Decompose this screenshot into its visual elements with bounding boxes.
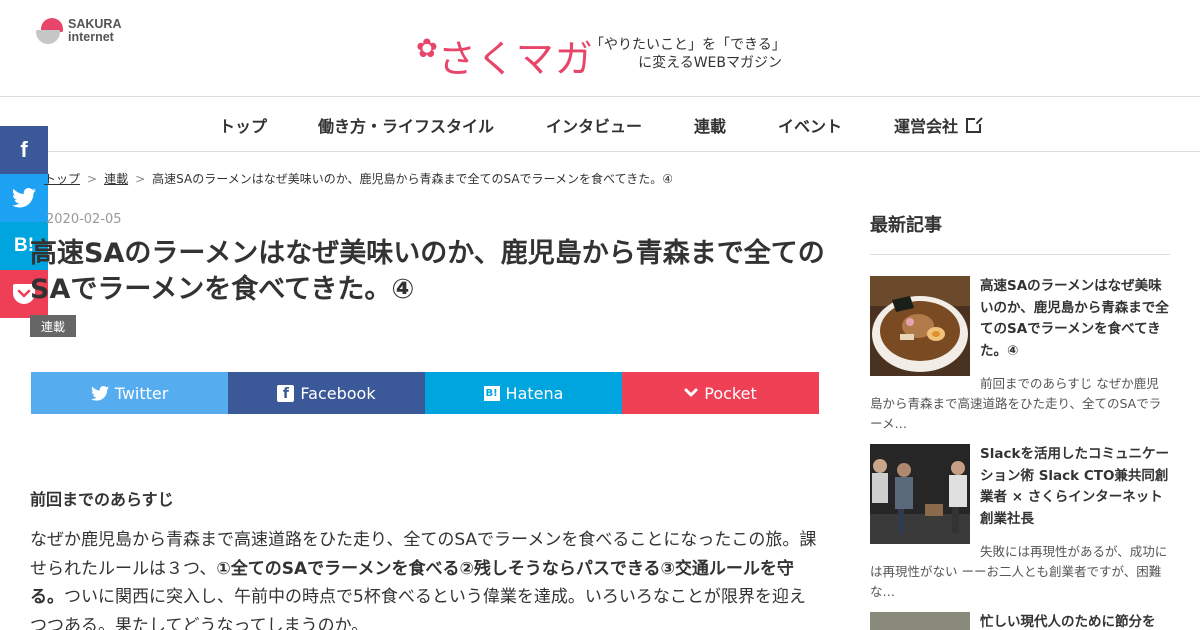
breadcrumb-home-link[interactable]: トップ bbox=[44, 172, 80, 186]
breadcrumb-category-link[interactable]: 連載 bbox=[104, 172, 128, 186]
article-paragraph: なぜか鹿児島から青森まで高速道路をひた走り、全てのSAでラーメンを食べることにな… bbox=[30, 526, 820, 630]
card-title[interactable]: 忙しい現代人のために節分を bbox=[980, 612, 1172, 630]
event-photo-image bbox=[870, 444, 970, 544]
nav-item-interview[interactable]: インタビュー bbox=[546, 113, 642, 137]
section-heading: 前回までのあらすじ bbox=[30, 490, 174, 509]
sakura-logo-mark-icon bbox=[36, 18, 66, 44]
facebook-share-label: Facebook bbox=[300, 383, 376, 403]
main-nav: トップ 働き方・ライフスタイル インタビュー 連載 イベント 運営会社 bbox=[0, 97, 1200, 152]
site-logo[interactable]: ✿ さくマガ bbox=[416, 28, 594, 83]
sakura-logo-line2: internet bbox=[68, 30, 114, 44]
nav-item-workstyle[interactable]: 働き方・ライフスタイル bbox=[318, 113, 494, 137]
breadcrumb: トップ > 連載 > 高速SAのラーメンはなぜ美味いのか、鹿児島から青森まで全てのSAで… bbox=[44, 170, 673, 187]
article-category-tag[interactable]: 連載 bbox=[30, 315, 77, 337]
breadcrumb-separator: > bbox=[87, 172, 98, 186]
pocket-share-button[interactable]: Pocket bbox=[622, 372, 819, 414]
chevron-down-icon bbox=[684, 388, 698, 397]
ramen-bowl-image bbox=[870, 276, 970, 376]
nav-item-event[interactable]: イベント bbox=[778, 113, 842, 137]
article-date: 2020-02-05 bbox=[46, 212, 122, 227]
article-thumbnail[interactable] bbox=[870, 444, 970, 544]
facebook-icon: f bbox=[20, 137, 28, 162]
paragraph-text: ついに関西に突入し、午前中の時点で5杯食べるという偉業を達成。いろいろなことが限… bbox=[30, 587, 806, 630]
cherry-blossom-icon: ✿ bbox=[416, 33, 438, 64]
twitter-share-label: Twitter bbox=[114, 383, 169, 403]
share-bar: Twitter f Facebook B! Hatena Pocket bbox=[31, 372, 819, 414]
article-thumbnail[interactable] bbox=[870, 612, 970, 630]
breadcrumb-separator: > bbox=[135, 172, 146, 186]
card-excerpt: 前回までのあらすじ なぜか鹿児島から青森まで高速道路をひた走り、全てのSAでラー… bbox=[870, 376, 1162, 431]
nav-item-top[interactable]: トップ bbox=[219, 113, 267, 137]
sakura-internet-logo[interactable]: SAKURA internet bbox=[36, 18, 121, 44]
article-title: 高速SAのラーメンはなぜ美味いのか、鹿児島から青森まで全てのSAでラーメンを食べ… bbox=[30, 238, 825, 305]
twitter-share-button[interactable]: Twitter bbox=[31, 372, 228, 414]
facebook-share-side-button[interactable]: f bbox=[0, 126, 48, 174]
pocket-share-label: Pocket bbox=[704, 383, 757, 403]
divider bbox=[870, 254, 1170, 255]
facebook-icon: f bbox=[277, 384, 295, 402]
twitter-icon bbox=[12, 188, 36, 208]
article-thumbnail[interactable] bbox=[870, 276, 970, 376]
hatena-icon: B! bbox=[483, 385, 500, 401]
card-title[interactable]: 高速SAのラーメンはなぜ美味いのか、鹿児島から青森まで全てのSAでラーメンを食べ… bbox=[980, 276, 1172, 362]
breadcrumb-current: 高速SAのラーメンはなぜ美味いのか、鹿児島から青森まで全てのSAでラーメンを食べ… bbox=[152, 172, 673, 186]
twitter-icon bbox=[90, 385, 109, 401]
site-name: さくマガ bbox=[437, 37, 594, 81]
latest-articles-heading: 最新記事 bbox=[870, 215, 942, 236]
card-title[interactable]: Slackを活用したコミュニケーション術 Slack CTO兼共同創業者 × さ… bbox=[980, 444, 1172, 530]
hatena-share-label: Hatena bbox=[505, 383, 564, 403]
hatena-share-button[interactable]: B! Hatena bbox=[425, 372, 622, 414]
site-tagline: 「やりたいこと」を「できる」 に変えるWEBマガジン bbox=[590, 36, 786, 72]
site-header: SAKURA internet ✿ さくマガ 「やりたいこと」を「できる」 に変… bbox=[0, 0, 1200, 97]
card-excerpt: 失敗には再現性があるが、成功には再現性がない ーーお二人とも創業者ですが、困難な… bbox=[870, 544, 1168, 599]
facebook-share-button[interactable]: f Facebook bbox=[228, 372, 425, 414]
nav-item-series[interactable]: 連載 bbox=[694, 113, 726, 137]
tagline-line1: 「やりたいこと」を「できる」 bbox=[590, 37, 786, 53]
external-link-icon bbox=[966, 117, 983, 133]
tagline-line2: に変えるWEBマガジン bbox=[638, 55, 782, 71]
nav-item-company-label: 運営会社 bbox=[894, 117, 959, 136]
nav-item-company[interactable]: 運営会社 bbox=[894, 113, 983, 137]
twitter-share-side-button[interactable] bbox=[0, 174, 48, 222]
